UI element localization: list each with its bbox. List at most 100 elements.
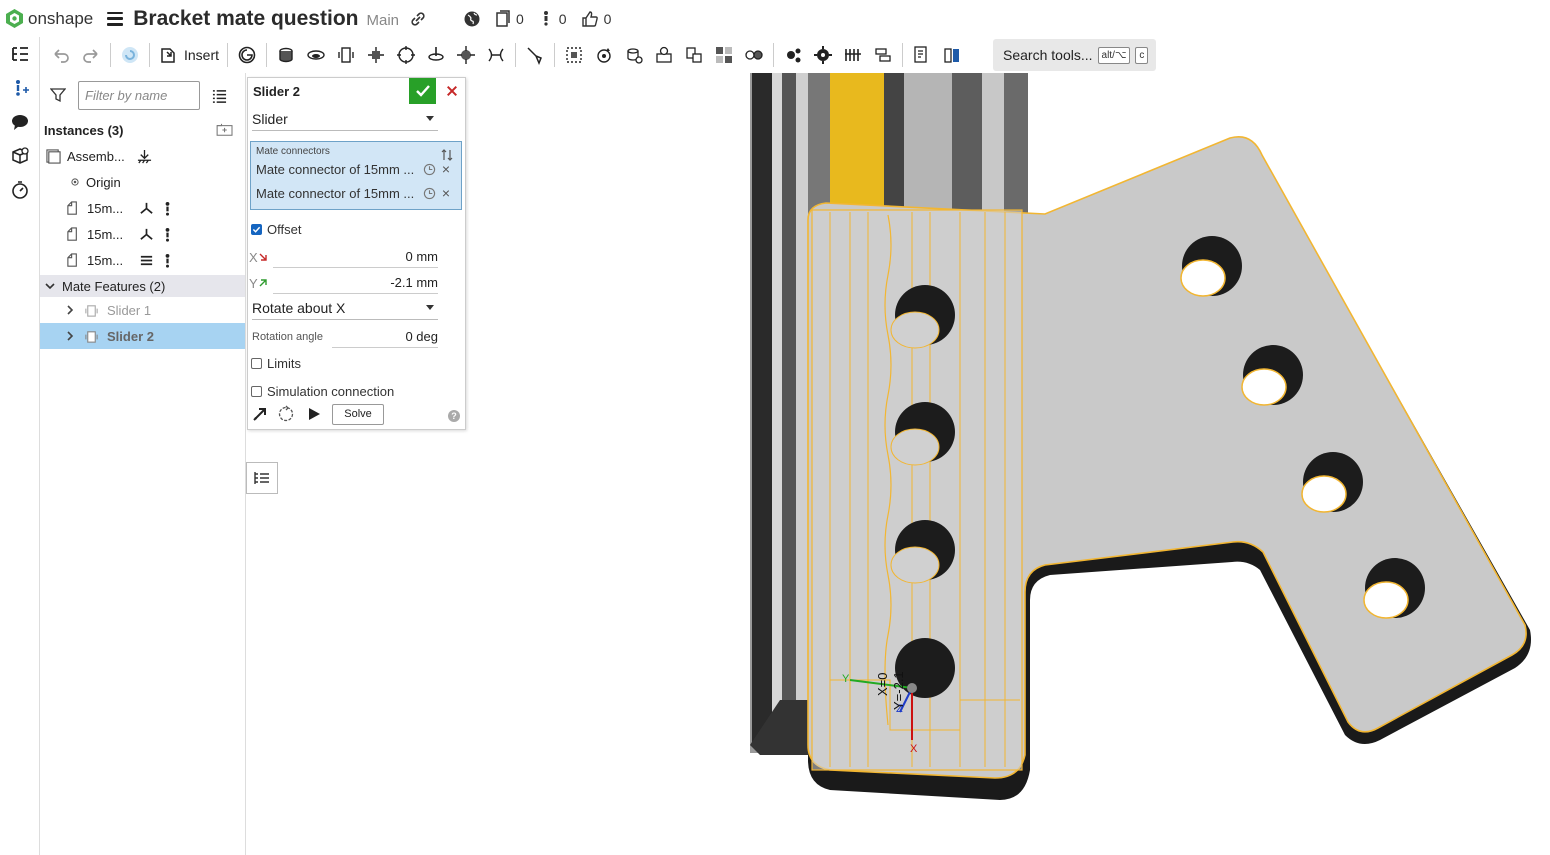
instance-label: Origin [86, 174, 121, 190]
simulation-checkbox[interactable] [251, 385, 262, 397]
followers-counter[interactable]: 0 [538, 10, 567, 28]
mate-row-slider-1[interactable]: Slider 1 [40, 297, 245, 323]
instance-row-part[interactable]: 15m... [40, 221, 245, 247]
redo-button[interactable] [76, 40, 106, 70]
pin-slot-mate-button[interactable] [421, 40, 451, 70]
relations-button[interactable] [619, 40, 649, 70]
offset-y-row: Y -2.1 mm [248, 270, 465, 296]
help-icon[interactable]: ? [448, 410, 460, 422]
accept-button[interactable] [409, 78, 436, 104]
globe-icon[interactable] [463, 10, 481, 28]
screw-button[interactable] [808, 40, 838, 70]
add-folder-icon[interactable] [215, 123, 235, 137]
gear-relation-button[interactable] [649, 40, 679, 70]
feature-list-icon [12, 47, 28, 61]
mate-type-select[interactable]: Slider [252, 107, 438, 131]
rotation-angle-input[interactable]: 0 deg [332, 326, 438, 348]
document-title[interactable]: Bracket mate question [133, 7, 358, 31]
reorient-secondary-axis-icon[interactable] [277, 405, 295, 423]
slider-mate-button[interactable] [331, 40, 361, 70]
comments-button[interactable] [0, 105, 40, 139]
instance-label: 15m... [87, 226, 124, 242]
mate-connector-button[interactable] [589, 40, 619, 70]
main-menu-icon[interactable] [107, 11, 124, 26]
explode-button[interactable] [709, 40, 739, 70]
animation-button[interactable] [0, 173, 40, 207]
remove-connector-icon[interactable]: × [442, 185, 450, 201]
solve-button[interactable]: Solve [332, 403, 384, 425]
likes-counter[interactable]: 0 [581, 10, 611, 28]
search-tools-button[interactable]: Search tools... alt/⌥ c [993, 39, 1157, 71]
rack-button[interactable] [838, 40, 868, 70]
fastened-mate-button[interactable] [271, 40, 301, 70]
connector-options-icon[interactable] [423, 187, 436, 200]
offset-row[interactable]: Offset [248, 216, 465, 242]
mate-features-title: Mate Features (2) [62, 278, 166, 294]
offset-y-input[interactable]: -2.1 mm [273, 272, 438, 294]
animate-play-icon[interactable] [307, 407, 321, 421]
mate-row-slider-2[interactable]: Slider 2 [40, 323, 245, 349]
chevron-right-icon [67, 331, 74, 341]
linear-relation-button[interactable] [739, 40, 769, 70]
instance-row-part[interactable]: 15m... [40, 247, 245, 273]
remove-connector-icon[interactable]: × [442, 161, 450, 177]
mate-connector-item[interactable]: Mate connector of 15mm ... × [256, 181, 456, 205]
search-tools-label: Search tools... [1003, 47, 1093, 63]
offset-checkbox[interactable] [251, 223, 262, 235]
x-axis-letter: X [249, 249, 258, 265]
insert-mate-button[interactable] [0, 71, 40, 105]
rotate-about-select[interactable]: Rotate about X [252, 296, 438, 320]
group-button[interactable] [559, 40, 589, 70]
filter-icon[interactable] [50, 87, 66, 103]
fixed-icon[interactable] [137, 149, 152, 164]
parallel-mate-button[interactable] [481, 40, 511, 70]
mate-connector-item[interactable]: Mate connector of 15mm ... × [256, 157, 456, 181]
insert-button[interactable]: Insert [154, 40, 223, 70]
tangent-mate-button[interactable] [520, 40, 550, 70]
onshape-logo[interactable]: onshape [6, 9, 93, 29]
limits-checkbox[interactable] [251, 357, 262, 369]
assembly-icon [46, 148, 61, 164]
revolute-mate-button[interactable] [301, 40, 331, 70]
mate-features-header[interactable]: Mate Features (2) [40, 275, 245, 297]
parts-button[interactable] [0, 139, 40, 173]
toolbar-divider [149, 43, 150, 67]
versions-counter[interactable]: 0 [495, 9, 524, 28]
checkbox-check-icon [252, 226, 261, 233]
filter-input[interactable] [78, 80, 200, 110]
explode-icon [716, 47, 733, 63]
connector-options-icon[interactable] [423, 163, 436, 176]
instance-row-origin[interactable]: Origin [40, 169, 245, 195]
feature-list-icon [254, 472, 269, 484]
toolbar-divider [515, 43, 517, 67]
instance-row-assembly[interactable]: Assemb... [40, 143, 245, 169]
planar-mate-button[interactable] [361, 40, 391, 70]
measure-button[interactable] [907, 40, 937, 70]
feature-list-button[interactable] [0, 37, 40, 71]
undo-button[interactable] [46, 40, 76, 70]
instance-row-part[interactable]: 15m... [40, 195, 245, 221]
flip-primary-axis-icon[interactable] [251, 405, 269, 423]
simulation-row[interactable]: Simulation connection [248, 378, 465, 404]
simulation-button[interactable] [868, 40, 898, 70]
pin-slot-mate-icon [428, 47, 444, 61]
cylindrical-mate-button[interactable] [391, 40, 421, 70]
instances-header[interactable]: Instances (3) [40, 117, 245, 143]
offset-x-input[interactable]: 0 mm [273, 246, 438, 268]
feature-list-toggle-button[interactable] [246, 462, 278, 494]
gear-button[interactable] [778, 40, 808, 70]
limits-row[interactable]: Limits [248, 350, 465, 376]
rack-pinion-button[interactable] [679, 40, 709, 70]
ball-mate-button[interactable] [451, 40, 481, 70]
regenerate-button[interactable] [115, 40, 145, 70]
rotation-angle-row: Rotation angle 0 deg [248, 324, 465, 350]
dialog-title[interactable]: Slider 2 [253, 84, 300, 99]
bracket-part[interactable] [807, 136, 1531, 800]
replicate-button[interactable] [232, 40, 262, 70]
list-view-icon[interactable] [212, 88, 227, 103]
section-view-button[interactable] [937, 40, 967, 70]
mate-connectors-box[interactable]: Mate connectors Mate connector of 15mm .… [250, 141, 462, 210]
cancel-button[interactable] [439, 78, 465, 104]
document-branch[interactable]: Main [366, 12, 399, 29]
link-icon[interactable] [409, 10, 427, 28]
